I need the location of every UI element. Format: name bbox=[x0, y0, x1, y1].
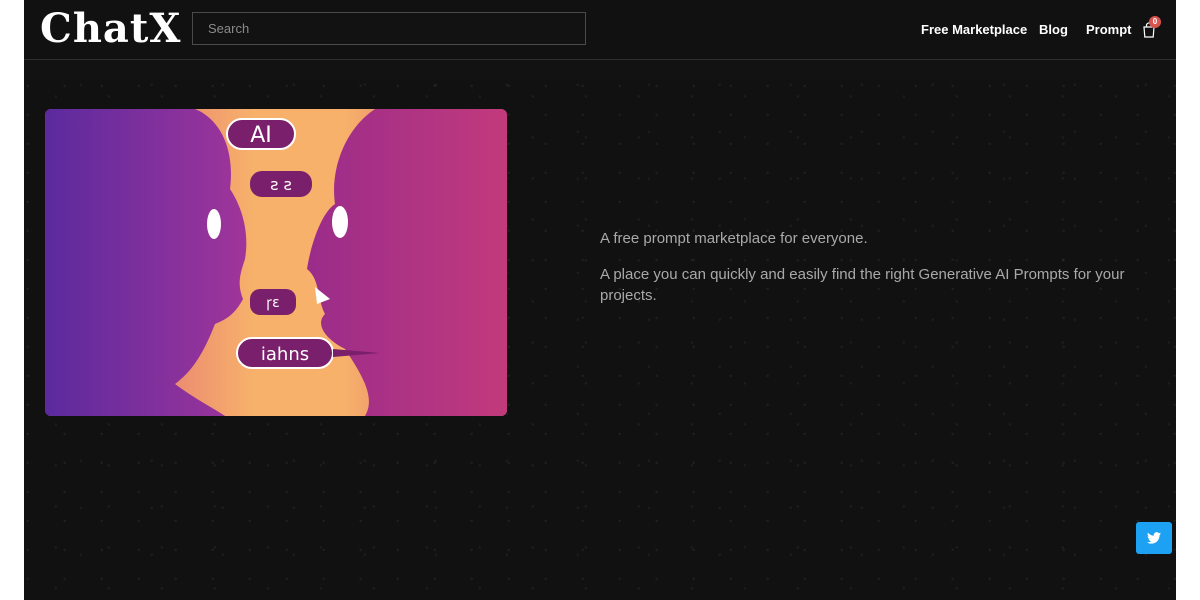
svg-text:iahns: iahns bbox=[261, 344, 309, 365]
bubble-2: ꙅ ꙅ bbox=[250, 171, 312, 197]
nav-item-blog[interactable]: Blog bbox=[1039, 0, 1068, 59]
search-input[interactable] bbox=[193, 13, 585, 44]
nav-link-prompt[interactable]: Prompt bbox=[1086, 22, 1132, 37]
nav-link-free-marketplace[interactable]: Free Marketplace bbox=[921, 22, 1027, 37]
bubble-3: ꞅɛ bbox=[250, 289, 296, 315]
svg-text:ꞅɛ: ꞅɛ bbox=[266, 295, 279, 311]
hero-image: AI ꙅ ꙅ ꞅɛ iahns bbox=[45, 109, 507, 416]
twitter-share-button[interactable] bbox=[1136, 522, 1172, 554]
twitter-icon bbox=[1147, 532, 1161, 544]
hero-tagline: A free prompt marketplace for everyone. bbox=[600, 230, 868, 247]
svg-text:ꙅ ꙅ: ꙅ ꙅ bbox=[270, 175, 292, 194]
nav-item-prompt[interactable]: Prompt bbox=[1086, 0, 1132, 59]
hero-description: A place you can quickly and easily find … bbox=[600, 266, 1125, 304]
hero-copy: A free prompt marketplace for everyone. … bbox=[600, 228, 1160, 321]
svg-text:AI: AI bbox=[250, 123, 272, 148]
nav-item-free-marketplace[interactable]: Free Marketplace bbox=[921, 0, 1027, 59]
cart-count-badge: 0 bbox=[1149, 16, 1161, 28]
site-header: ChatX Free Marketplace Blog Prompt 0 bbox=[24, 0, 1176, 60]
site-logo[interactable]: ChatX bbox=[40, 4, 181, 54]
bubble-ai: AI bbox=[226, 118, 296, 150]
nav-link-blog[interactable]: Blog bbox=[1039, 22, 1068, 37]
page: ChatX Free Marketplace Blog Prompt 0 bbox=[24, 0, 1176, 600]
search-box[interactable] bbox=[192, 12, 586, 45]
